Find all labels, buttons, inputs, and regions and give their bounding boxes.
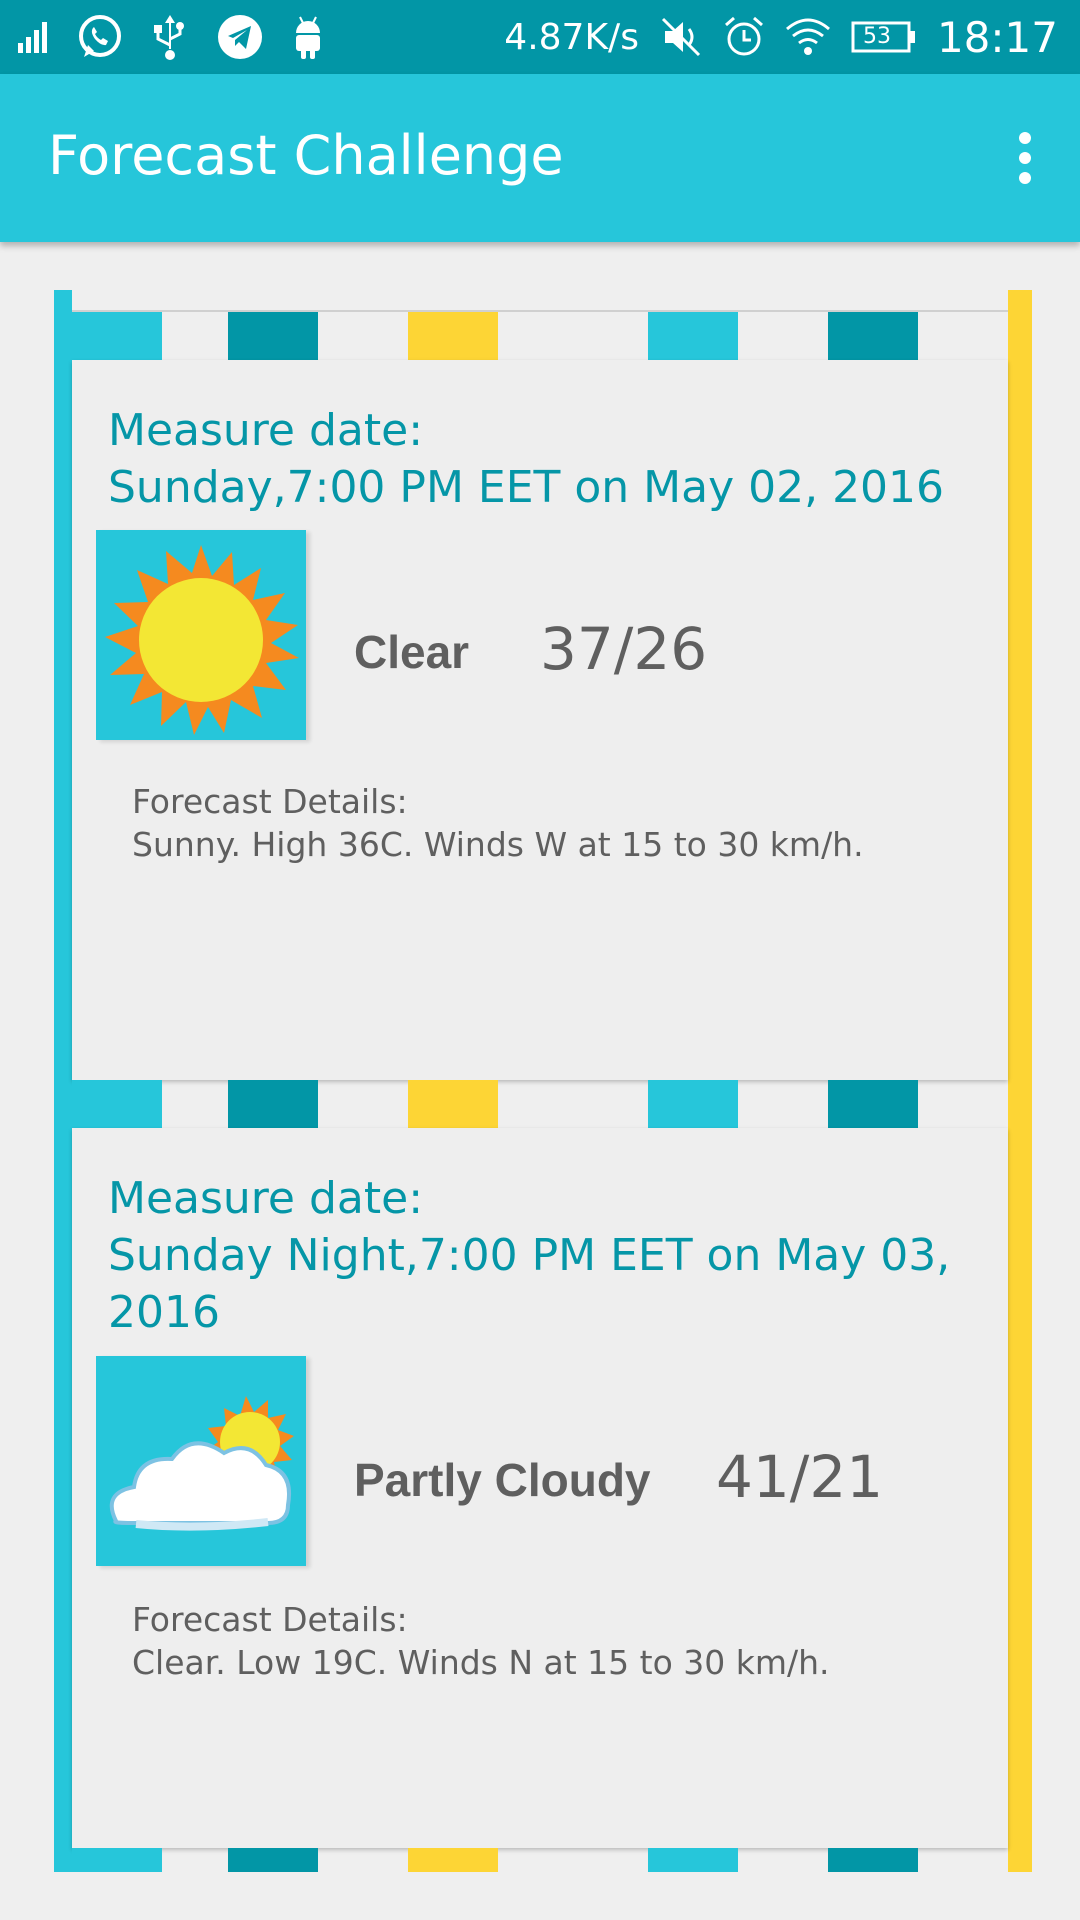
alarm-icon	[723, 15, 765, 59]
condition-text: Partly Cloudy	[354, 1454, 651, 1506]
forecast-list[interactable]: Measure date: Sunday,7:00 PM EET on May …	[54, 290, 1032, 1872]
wifi-icon	[785, 17, 831, 57]
partly-cloudy-icon	[96, 1356, 306, 1566]
battery-icon: 53	[851, 20, 917, 54]
app-title: Forecast Challenge	[48, 124, 564, 187]
forecast-details-text: Clear. Low 19C. Winds N at 15 to 30 km/h…	[132, 1643, 830, 1682]
measure-date: Measure date: Sunday,7:00 PM EET on May …	[108, 402, 968, 516]
measure-date-value: Sunday Night,7:00 PM EET on May 03, 2016	[108, 1230, 951, 1338]
status-bar: 4.87K/s 53 18:17	[0, 0, 1080, 74]
forecast-details-label: Forecast Details:	[132, 1600, 408, 1639]
whatsapp-icon	[76, 13, 124, 61]
telegram-icon	[216, 13, 264, 61]
forecast-details: Forecast Details: Clear. Low 19C. Winds …	[132, 1598, 830, 1684]
list-border-left	[54, 290, 72, 1872]
mute-icon	[659, 15, 703, 59]
network-speed: 4.87K/s	[504, 16, 639, 58]
more-vert-icon[interactable]	[1010, 132, 1040, 186]
measure-date-label: Measure date:	[108, 405, 424, 456]
forecast-details-text: Sunny. High 36C. Winds W at 15 to 30 km/…	[132, 825, 864, 864]
forecast-details-label: Forecast Details:	[132, 782, 408, 821]
forecast-card[interactable]: Measure date: Sunday Night,7:00 PM EET o…	[72, 1128, 1008, 1848]
measure-date: Measure date: Sunday Night,7:00 PM EET o…	[108, 1170, 968, 1341]
usb-icon	[148, 13, 192, 61]
measure-date-label: Measure date:	[108, 1173, 424, 1224]
stripe-divider	[72, 1848, 1008, 1872]
sunny-icon	[96, 530, 306, 740]
forecast-card[interactable]: Measure date: Sunday,7:00 PM EET on May …	[72, 360, 1008, 1080]
temperature-text: 37/26	[540, 615, 708, 683]
measure-date-value: Sunday,7:00 PM EET on May 02, 2016	[108, 462, 945, 513]
android-icon	[288, 13, 328, 61]
condition-text: Clear	[354, 626, 470, 678]
forecast-details: Forecast Details: Sunny. High 36C. Winds…	[132, 780, 864, 866]
list-border-right	[1008, 290, 1032, 1872]
app-bar: Forecast Challenge	[0, 74, 1080, 242]
battery-level: 53	[862, 24, 891, 49]
stripe-divider	[72, 1080, 1008, 1128]
clock: 18:17	[936, 12, 1058, 62]
stripe-divider	[72, 310, 1008, 360]
signal-icon	[16, 19, 52, 55]
temperature-text: 41/21	[716, 1443, 884, 1511]
